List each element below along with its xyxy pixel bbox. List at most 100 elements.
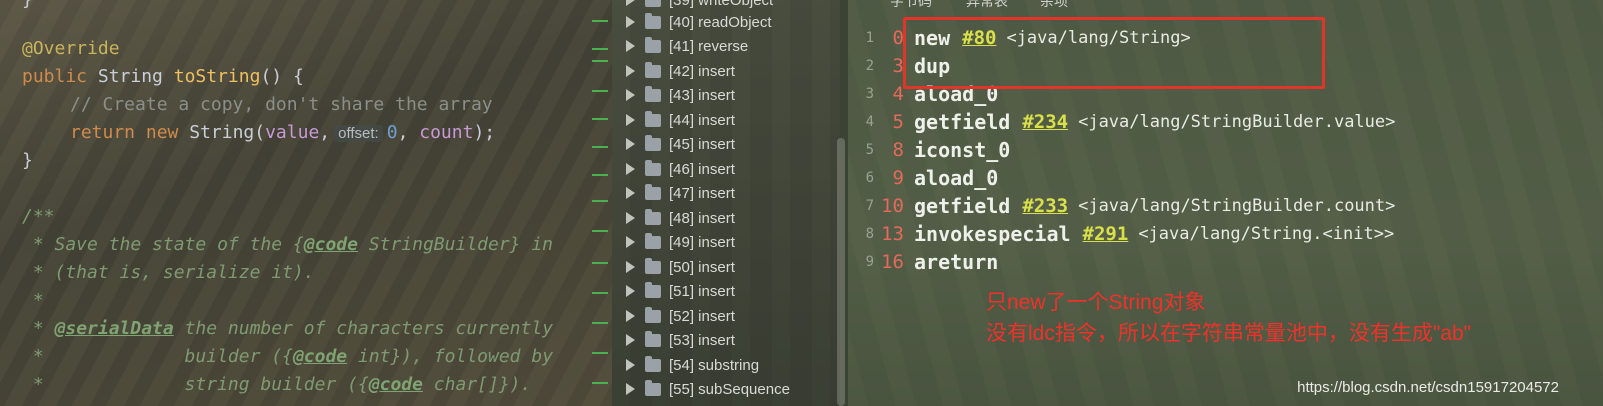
line-number: 8: [865, 226, 874, 242]
tree-item-label: [41] reverse: [669, 37, 749, 55]
bytecode-offset: 4: [892, 83, 904, 105]
tree-item-label: [52] insert: [669, 307, 735, 325]
method-name: toString: [173, 66, 261, 87]
doc-tag: @code: [292, 346, 348, 367]
expand-arrow-icon[interactable]: [626, 285, 635, 297]
type-name: String: [97, 66, 163, 87]
folder-icon: [645, 85, 661, 102]
folder-icon: [645, 110, 661, 127]
bytecode-offset: 10: [881, 195, 904, 217]
tree-item-label: [43] insert: [669, 86, 735, 104]
method-tree[interactable]: [39] writeObject [40] readObject [41] re…: [612, 0, 840, 406]
bytecode-offset: 9: [892, 167, 904, 189]
opcode: invokespecial: [914, 222, 1071, 246]
opcode: getfield: [914, 194, 1011, 218]
opcode: aload_0: [914, 166, 999, 190]
keyword: public: [22, 66, 88, 87]
tree-item-label: [48] insert: [669, 209, 735, 227]
tree-item-label: [53] insert: [669, 331, 735, 349]
tree-item[interactable]: [46] insert: [626, 157, 735, 181]
bytecode-offset: 3: [892, 55, 904, 77]
folder-icon: [645, 330, 661, 347]
line-number: 4: [865, 114, 874, 130]
opcode: iconst_0: [914, 138, 1011, 162]
expand-arrow-icon[interactable]: [626, 383, 635, 395]
doc-tag: @serialData: [54, 318, 174, 339]
expand-arrow-icon[interactable]: [626, 261, 635, 273]
expand-arrow-icon[interactable]: [626, 16, 635, 28]
tree-item-label: [42] insert: [669, 62, 735, 80]
expand-arrow-icon[interactable]: [626, 65, 635, 77]
tab-misc[interactable]: 杂项: [1040, 0, 1068, 11]
opcode: getfield: [914, 110, 1011, 134]
bytecode-line: 9 16 areturn: [848, 248, 999, 276]
annotation-highlight-box: [903, 17, 1325, 89]
bytecode-line: 6 9 aload_0: [848, 164, 999, 192]
tree-item-label: [55] subSequence: [669, 380, 790, 398]
line-number: 3: [865, 86, 874, 102]
tree-item[interactable]: [50] insert: [626, 255, 735, 279]
code-text: ,: [319, 122, 331, 143]
expand-arrow-icon[interactable]: [626, 187, 635, 199]
folder-icon: [645, 134, 661, 151]
bytecode-line: 8 13 invokespecial #291 <java/lang/String.<i…: [848, 220, 1395, 248]
code-editor[interactable]: } @Override public String toString() { /…: [0, 0, 612, 406]
tree-scrollbar[interactable]: [837, 138, 845, 406]
tree-item[interactable]: [43] insert: [626, 83, 735, 107]
tree-item[interactable]: [44] insert: [626, 108, 735, 132]
tree-item[interactable]: [45] insert: [626, 132, 735, 156]
tab-bytecode[interactable]: 字节码: [890, 0, 932, 11]
tree-item[interactable]: [52] insert: [626, 304, 735, 328]
bytecode-offset: 8: [892, 139, 904, 161]
line-number: 6: [865, 170, 874, 186]
tree-item[interactable]: [54] substring: [626, 353, 759, 377]
tree-item-label: [44] insert: [669, 111, 735, 129]
tree-item[interactable]: [55] subSequence: [626, 377, 790, 401]
keyword: return: [70, 122, 136, 143]
expand-arrow-icon[interactable]: [626, 163, 635, 175]
constant-ref-link[interactable]: #233: [1022, 195, 1068, 217]
field-name: count: [419, 122, 474, 143]
expand-arrow-icon[interactable]: [626, 310, 635, 322]
expand-arrow-icon[interactable]: [626, 334, 635, 346]
tree-item[interactable]: [41] reverse: [626, 34, 748, 58]
code-line: *: [22, 290, 44, 311]
folder-icon: [645, 183, 661, 200]
tree-item-label: [40] readObject: [669, 13, 772, 31]
expand-arrow-icon[interactable]: [626, 212, 635, 224]
expand-arrow-icon[interactable]: [626, 89, 635, 101]
expand-arrow-icon[interactable]: [626, 40, 635, 52]
tree-item[interactable]: [48] insert: [626, 206, 735, 230]
tree-item[interactable]: [53] insert: [626, 328, 735, 352]
constant-ref-link[interactable]: #291: [1083, 223, 1129, 245]
tree-item-label: [39] writeObject: [669, 0, 774, 9]
tree-item[interactable]: [40] readObject: [626, 10, 772, 34]
tree-item[interactable]: [49] insert: [626, 230, 735, 254]
folder-icon: [645, 379, 661, 396]
expand-arrow-icon[interactable]: [626, 359, 635, 371]
line-number: 5: [865, 142, 874, 158]
expand-arrow-icon[interactable]: [626, 114, 635, 126]
tree-item-label: [54] substring: [669, 356, 760, 374]
tree-item-label: [51] insert: [669, 282, 735, 300]
doc-text: StringBuilder} in: [357, 234, 554, 255]
tree-item-label: [46] insert: [669, 160, 735, 178]
override-annotation: @Override: [22, 38, 120, 59]
tab-exception-table[interactable]: 异常表: [966, 0, 1008, 11]
doc-text: *: [22, 318, 55, 339]
code-line: * @serialData the number of characters c…: [22, 315, 553, 343]
tree-item-label: [45] insert: [669, 135, 735, 153]
line-number: 9: [865, 254, 874, 270]
constant-ref-link[interactable]: #234: [1022, 111, 1068, 133]
tree-item[interactable]: [51] insert: [626, 279, 735, 303]
expand-arrow-icon[interactable]: [626, 138, 635, 150]
bytecode-offset: 13: [881, 223, 904, 245]
bytecode-offset: 0: [892, 27, 904, 49]
tree-item[interactable]: [42] insert: [626, 59, 735, 83]
folder-icon: [645, 257, 661, 274]
tree-item-label: [50] insert: [669, 258, 735, 276]
tree-item[interactable]: [47] insert: [626, 181, 735, 205]
expand-arrow-icon[interactable]: [626, 0, 635, 6]
code-text: );: [473, 122, 496, 143]
expand-arrow-icon[interactable]: [626, 236, 635, 248]
